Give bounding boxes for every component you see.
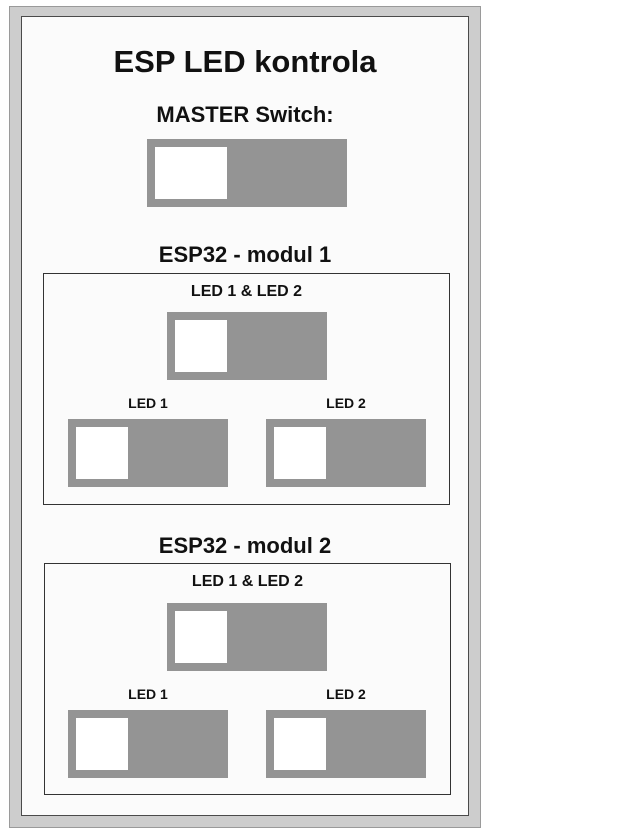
module-1-led2-switch[interactable] bbox=[266, 419, 426, 487]
master-switch-knob bbox=[155, 147, 227, 199]
module-1-led1-switch[interactable] bbox=[68, 419, 228, 487]
module-2-led2-switch-knob bbox=[274, 718, 326, 770]
module-2-combined-switch-knob bbox=[175, 611, 227, 663]
module-1-led1-label: LED 1 bbox=[128, 395, 168, 411]
module-2-heading: ESP32 - modul 2 bbox=[158, 533, 332, 558]
module-2-led1-switch[interactable] bbox=[68, 710, 228, 778]
module-2-led1-switch-knob bbox=[76, 718, 128, 770]
module-2-led2-switch[interactable] bbox=[266, 710, 426, 778]
module-1-led1-switch-knob bbox=[76, 427, 128, 479]
master-switch-label: MASTER Switch: bbox=[156, 102, 334, 127]
module-2-combined-switch[interactable] bbox=[167, 603, 327, 671]
module-1-led2-switch-knob bbox=[274, 427, 326, 479]
module-1-heading: ESP32 - modul 1 bbox=[158, 242, 332, 267]
master-switch[interactable] bbox=[147, 139, 347, 207]
module-2-led2-label: LED 2 bbox=[326, 686, 366, 702]
module-1-combined-label: LED 1 & LED 2 bbox=[190, 283, 303, 300]
module-1-combined-switch[interactable] bbox=[167, 312, 327, 380]
module-1-led2-label: LED 2 bbox=[326, 395, 366, 411]
module-2-led1-label: LED 1 bbox=[128, 686, 168, 702]
module-2-combined-label: LED 1 & LED 2 bbox=[191, 573, 304, 590]
module-1-combined-switch-knob bbox=[175, 320, 227, 372]
page-title: ESP LED kontrola bbox=[113, 44, 377, 79]
